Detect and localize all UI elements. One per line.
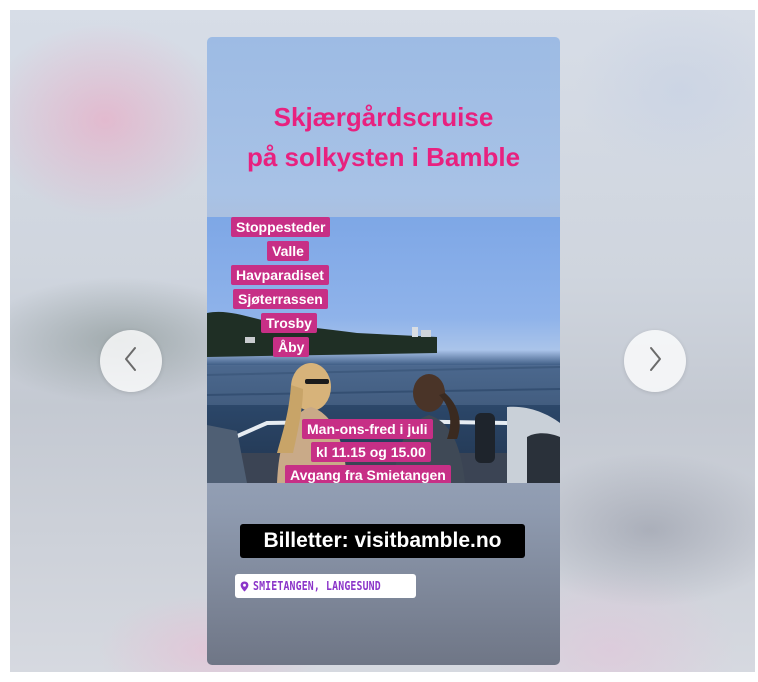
location-pin-icon xyxy=(240,581,249,592)
previous-story-button[interactable] xyxy=(100,330,162,392)
story-headline-line2: på solkysten i Bamble xyxy=(246,142,521,172)
chevron-left-icon xyxy=(121,346,141,377)
ticket-link-text[interactable]: Billetter: visitbamble.no xyxy=(240,524,525,558)
schedule-departure: Avgang fra Smietangen xyxy=(285,465,451,483)
schedule-times: kl 11.15 og 15.00 xyxy=(311,442,431,462)
story-card[interactable]: Skjærgårdscruise på solkysten i Bamble S… xyxy=(207,37,560,665)
stop-tag-sjoterrassen: Sjøterrassen xyxy=(233,289,328,309)
stop-tag-valle: Valle xyxy=(267,241,309,261)
location-sticker[interactable]: SMIETANGEN, LANGESUND xyxy=(235,574,416,598)
stop-tag-trosby: Trosby xyxy=(261,313,317,333)
next-story-button[interactable] xyxy=(624,330,686,392)
stop-tag-havparadiset: Havparadiset xyxy=(231,265,329,285)
stop-tag-aby: Åby xyxy=(273,337,310,357)
story-photo: Stoppesteder Valle Havparadiset Sjøterra… xyxy=(207,217,560,483)
chevron-right-icon xyxy=(645,346,665,377)
location-label: SMIETANGEN, LANGESUND xyxy=(253,579,381,593)
schedule-days: Man-ons-fred i juli xyxy=(302,419,433,439)
story-headline-line1: Skjærgårdscruise xyxy=(273,102,494,132)
stop-tag-header: Stoppesteder xyxy=(231,217,331,237)
